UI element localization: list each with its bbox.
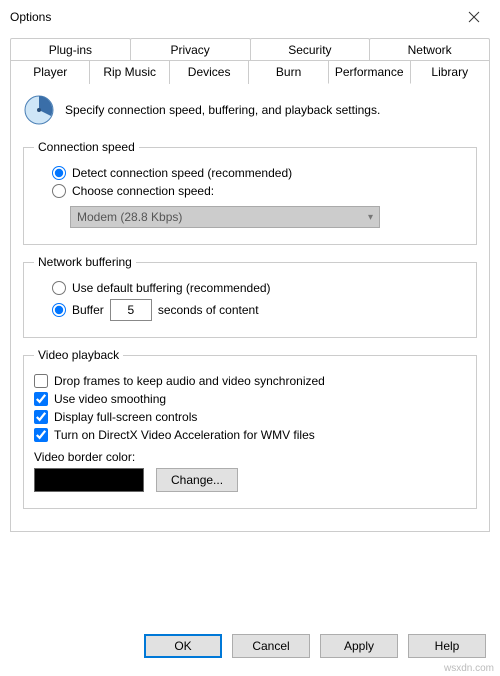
dialog-button-row: OK Cancel Apply Help: [144, 634, 486, 658]
group-network-buffering: Network buffering Use default buffering …: [23, 255, 477, 338]
cancel-button[interactable]: Cancel: [232, 634, 310, 658]
radio-detect-speed[interactable]: [52, 166, 66, 180]
label-buffer: Buffer: [72, 303, 104, 317]
legend-connection: Connection speed: [34, 140, 139, 154]
intro-row: Specify connection speed, buffering, and…: [23, 94, 477, 126]
select-connection-speed[interactable]: Modem (28.8 Kbps) ▾: [70, 206, 380, 228]
select-connection-value: Modem (28.8 Kbps): [77, 210, 182, 224]
input-buffer-seconds[interactable]: [110, 299, 152, 321]
checkbox-directx[interactable]: [34, 428, 48, 442]
tab-burn[interactable]: Burn: [248, 60, 328, 84]
label-border-color: Video border color:: [34, 450, 135, 464]
tab-security[interactable]: Security: [250, 38, 371, 61]
window-title: Options: [10, 10, 51, 24]
change-color-button[interactable]: Change...: [156, 468, 238, 492]
label-default-buffering: Use default buffering (recommended): [72, 281, 271, 295]
performance-icon: [23, 94, 55, 126]
tab-row-1: Plug-ins Privacy Security Network: [10, 38, 490, 61]
label-choose-speed: Choose connection speed:: [72, 184, 214, 198]
chevron-down-icon: ▾: [368, 212, 373, 223]
checkbox-drop-frames[interactable]: [34, 374, 48, 388]
label-detect-speed: Detect connection speed (recommended): [72, 166, 292, 180]
label-buffer-suffix: seconds of content: [158, 303, 259, 317]
tab-plugins[interactable]: Plug-ins: [10, 38, 131, 61]
label-drop-frames: Drop frames to keep audio and video sync…: [54, 374, 325, 388]
apply-button[interactable]: Apply: [320, 634, 398, 658]
legend-buffering: Network buffering: [34, 255, 136, 269]
radio-buffer[interactable]: [52, 303, 66, 317]
label-video-smoothing: Use video smoothing: [54, 392, 166, 406]
checkbox-fullscreen-controls[interactable]: [34, 410, 48, 424]
tab-panel: Specify connection speed, buffering, and…: [10, 83, 490, 532]
tab-library[interactable]: Library: [410, 60, 490, 84]
tab-devices[interactable]: Devices: [169, 60, 249, 84]
legend-video: Video playback: [34, 348, 123, 362]
help-button[interactable]: Help: [408, 634, 486, 658]
tab-player[interactable]: Player: [10, 60, 90, 84]
title-bar: Options: [0, 0, 500, 32]
radio-choose-speed[interactable]: [52, 184, 66, 198]
label-fullscreen-controls: Display full-screen controls: [54, 410, 197, 424]
label-directx: Turn on DirectX Video Acceleration for W…: [54, 428, 315, 442]
tab-row-2: Player Rip Music Devices Burn Performanc…: [10, 60, 490, 84]
video-border-color-swatch: [34, 468, 144, 492]
close-button[interactable]: [458, 5, 490, 29]
watermark: wsxdn.com: [444, 663, 494, 674]
close-icon: [468, 11, 480, 23]
group-connection-speed: Connection speed Detect connection speed…: [23, 140, 477, 245]
tab-rip-music[interactable]: Rip Music: [89, 60, 169, 84]
group-video-playback: Video playback Drop frames to keep audio…: [23, 348, 477, 509]
ok-button[interactable]: OK: [144, 634, 222, 658]
radio-default-buffering[interactable]: [52, 281, 66, 295]
tab-performance[interactable]: Performance: [328, 60, 411, 84]
tab-network[interactable]: Network: [369, 38, 490, 61]
intro-text: Specify connection speed, buffering, and…: [65, 103, 380, 117]
tab-control: Plug-ins Privacy Security Network Player…: [10, 38, 490, 532]
tab-privacy[interactable]: Privacy: [130, 38, 251, 61]
checkbox-video-smoothing[interactable]: [34, 392, 48, 406]
